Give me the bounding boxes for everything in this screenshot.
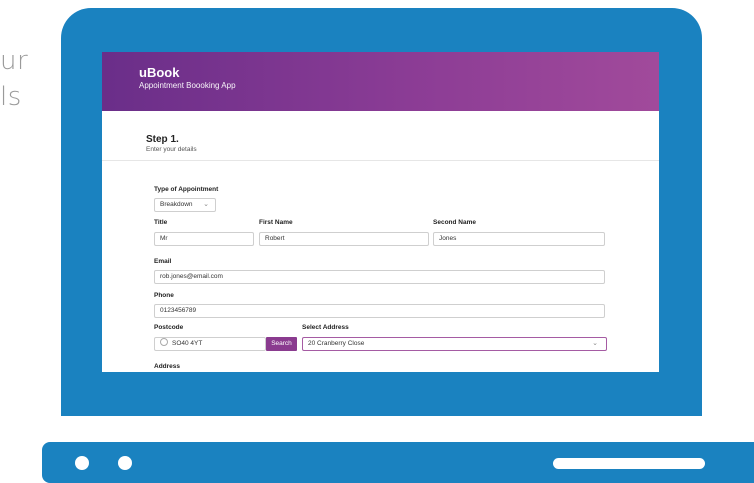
select-address-value: 20 Cranberry Close [308, 340, 365, 347]
email-label: Email [154, 258, 172, 265]
address-label: Address [154, 363, 181, 370]
title-field[interactable]: Mr [154, 232, 254, 246]
search-icon [160, 338, 168, 346]
app-header: uBook Appointment Boooking App [102, 52, 659, 111]
chevron-down-icon: ⌄ [592, 340, 598, 347]
email-field[interactable]: rob.jones@email.com [154, 270, 605, 284]
first-name-label: First Name [259, 219, 293, 226]
indicator-dot-icon [75, 456, 89, 470]
laptop-base [42, 442, 754, 483]
trackpad-slot [553, 458, 705, 469]
phone-value: 0123456789 [160, 307, 197, 314]
indicator-dot-icon [118, 456, 132, 470]
second-name-field[interactable]: Jones [433, 232, 605, 246]
appointment-type-select[interactable]: Breakdown ⌄ [154, 198, 216, 212]
first-name-value: Robert [265, 235, 285, 242]
postcode-value: SO40 4YT [172, 340, 203, 347]
phone-field[interactable]: 0123456789 [154, 304, 605, 318]
postcode-label: Postcode [154, 324, 184, 331]
postcode-input[interactable]: SO40 4YT [154, 337, 266, 351]
first-name-field[interactable]: Robert [259, 232, 429, 246]
background-text-line-1: ur [0, 46, 29, 76]
background-text-line-2: ls [0, 82, 22, 112]
phone-label: Phone [154, 292, 174, 299]
title-label: Title [154, 219, 168, 226]
app-title: uBook [139, 65, 180, 80]
step-title: Step 1. [146, 134, 179, 145]
step-subtitle: Enter your details [146, 146, 197, 153]
select-address-dropdown[interactable]: 20 Cranberry Close ⌄ [302, 337, 607, 351]
second-name-value: Jones [439, 235, 457, 242]
chevron-down-icon: ⌄ [203, 201, 209, 208]
appointment-type-value: Breakdown [160, 201, 193, 208]
app-tagline: Appointment Boooking App [139, 81, 236, 90]
app-screen: uBook Appointment Boooking App Step 1. E… [102, 52, 659, 372]
email-value: rob.jones@email.com [160, 273, 223, 280]
select-address-label: Select Address [302, 324, 349, 331]
title-value: Mr [160, 235, 168, 242]
section-divider [102, 160, 659, 161]
postcode-search-button[interactable]: Search [266, 337, 297, 351]
appointment-type-label: Type of Appointment [154, 186, 219, 193]
second-name-label: Second Name [433, 219, 476, 226]
